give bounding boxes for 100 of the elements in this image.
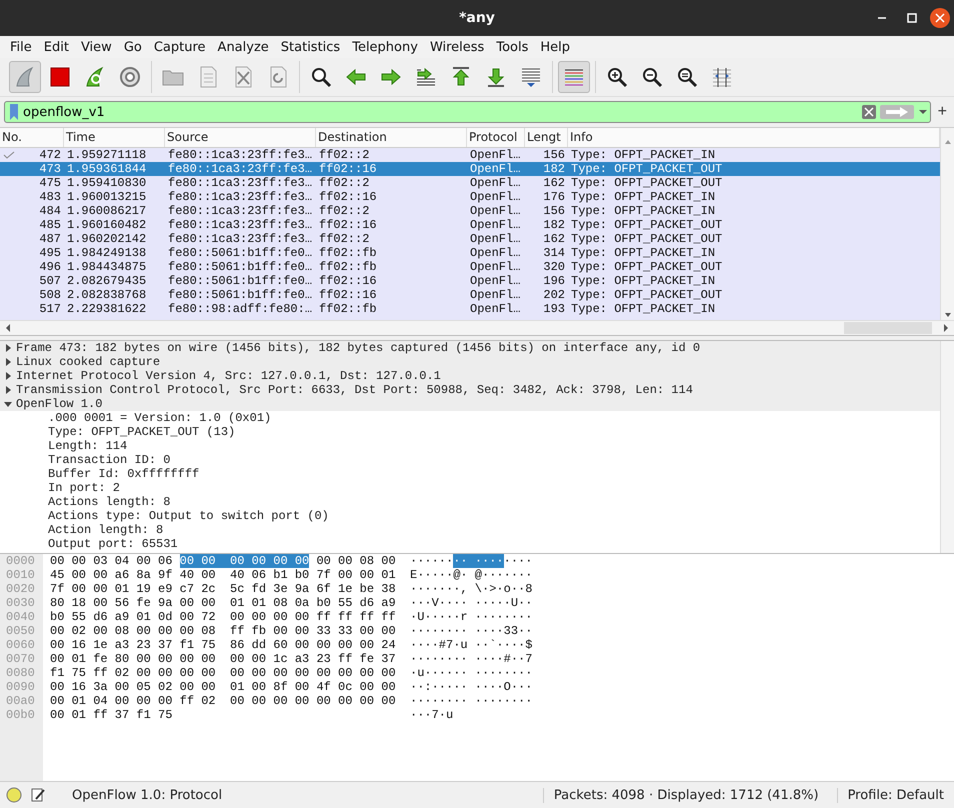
display-filter-field[interactable]: openflow_v1	[4, 101, 931, 123]
menu-item[interactable]: Help	[534, 40, 576, 54]
table-cell-text: fe80::1ca3:23ff:fe3…	[167, 176, 314, 190]
table-cell-text: 2.082838768	[66, 288, 148, 302]
tree-row[interactable]: Transmission Control Protocol, Src Port: 6633, Dst Port: 50988, Seq: 3482, Ack: 3798, Len: 114	[0, 383, 940, 397]
packet-row[interactable]: 496 1.984434875 fe80::5061:b1ff:fe0… ff02::fb OpenFl… 320 Type: OFPT_PACKET_OUT	[0, 260, 940, 274]
hex-bytes[interactable]: 80 18 00 56 fe 9a 00 00 01 01 08 0a b0 55 d6 a9	[50, 596, 396, 610]
hex-bytes[interactable]: 7f 00 00 01 19 e9 c7 2c 5c fd 3e 9a 6f 1e be 38	[50, 582, 396, 596]
table-cell-text: 487	[38, 232, 62, 246]
tree-row[interactable]: Linux cooked capture	[0, 355, 940, 369]
vertical-scrollbar[interactable]	[940, 128, 954, 320]
packet-row[interactable]: 473 1.959361844 fe80::1ca3:23ff:fe3… ff02::16 OpenFl… 182 Type: OFPT_PACKET_OUT	[0, 162, 940, 176]
tree-row[interactable]: Frame 473: 182 bytes on wire (1456 bits), 182 bytes captured (1456 bits) on interface any, id 0	[0, 341, 940, 355]
packet-row[interactable]: 508 2.082838768 fe80::5061:b1ff:fe0… ff02::16 OpenFl… 202 Type: OFPT_PACKET_OUT	[0, 288, 940, 302]
scroll-left-icon[interactable]	[4, 323, 12, 333]
table-cell-text: ff02::2	[318, 204, 370, 218]
filter-text-input[interactable]: openflow_v1	[21, 103, 860, 121]
hex-bytes[interactable]: 00 00 08 00	[309, 554, 396, 568]
hex-bytes[interactable]: 00 00 00 00 00 00	[180, 554, 310, 568]
ascii-text[interactable]: ···V···· ·····U··	[410, 596, 532, 610]
ascii-text[interactable]: ··:····· ····O···	[410, 680, 532, 694]
table-cell-text: OpenFl…	[469, 204, 522, 218]
tree-item-text: Actions type: Output to switch port (0)	[48, 509, 329, 523]
hex-bytes[interactable]: 00 16 1e a3 23 37 f1 75 86 dd 60 00 00 00 00 24	[50, 638, 396, 652]
table-cell-text: ff02::fb	[318, 246, 378, 260]
tree-row[interactable]: OpenFlow 1.0	[0, 397, 940, 411]
ascii-text[interactable]: ·· ····	[453, 554, 504, 568]
packet-row[interactable]: 472 1.959271118 fe80::1ca3:23ff:fe3… ff02::2 OpenFl… 156 Type: OFPT_PACKET_IN	[0, 148, 940, 162]
ascii-text[interactable]: ····	[504, 554, 532, 568]
tree-item-text: Transaction ID: 0	[48, 453, 170, 467]
column-header[interactable]: Lengt	[525, 128, 568, 147]
ascii-text[interactable]: ·······, \·>·o··8	[410, 582, 532, 596]
offset-label: 0040	[5, 610, 36, 624]
ascii-text[interactable]: ········ ····33··	[410, 624, 532, 638]
ascii-text[interactable]: E·····@· @·······	[410, 568, 532, 582]
hex-bytes[interactable]: f1 75 ff 02 00 00 00 00 00 00 00 00 00 00 00 00	[50, 666, 396, 680]
ascii-text[interactable]: ········ ········	[410, 694, 532, 708]
packet-row[interactable]: 507 2.082679435 fe80::5061:b1ff:fe0… ff02::16 OpenFl… 196 Type: OFPT_PACKET_IN	[0, 274, 940, 288]
vertical-scrollbar[interactable]	[940, 341, 954, 553]
clear-button[interactable]	[860, 103, 878, 121]
table-cell-text: 156	[542, 148, 566, 162]
hex-bytes[interactable]: 00 02 00 08 00 00 00 08 ff fb 00 00 33 33 00 00	[50, 624, 396, 638]
menu-item[interactable]: Capture	[148, 40, 212, 54]
menu-item[interactable]: Telephony	[346, 40, 424, 54]
table-cell-text: Type: OFPT_PACKET_OUT	[570, 232, 724, 246]
table-cell-text: 1.959361844	[66, 162, 148, 176]
packet-row[interactable]: 484 1.960086217 fe80::1ca3:23ff:fe3… ff02::2 OpenFl… 156 Type: OFPT_PACKET_IN	[0, 204, 940, 218]
menu-item[interactable]: Edit	[38, 40, 75, 54]
menu-item[interactable]: Analyze	[212, 40, 275, 54]
lines-icon	[520, 66, 542, 88]
table-cell-text: 182	[542, 162, 566, 176]
edit-comment-icon[interactable]	[30, 787, 46, 803]
packet-row[interactable]: 495 1.984249138 fe80::5061:b1ff:fe0… ff02::fb OpenFl… 314 Type: OFPT_PACKET_IN	[0, 246, 940, 260]
scroll-right-icon[interactable]	[942, 323, 950, 333]
menu-item[interactable]: Tools	[490, 40, 534, 54]
table-cell-text: 473	[38, 162, 62, 176]
ascii-text[interactable]: ······	[410, 554, 454, 568]
hex-bytes[interactable]: 00 01 ff 37 f1 75	[50, 708, 172, 722]
ascii-text[interactable]: ···7·u	[410, 708, 454, 722]
hex-bytes[interactable]: 00 01 fe 80 00 00 00 00 00 00 1c a3 23 ff fe 37	[50, 652, 396, 666]
expanded-arrow-icon[interactable]	[4, 400, 12, 408]
menu-item[interactable]: Wireless	[424, 40, 490, 54]
column-header[interactable]: Protocol	[467, 128, 525, 147]
hex-bytes[interactable]: 00 00 03 04 00 06	[50, 554, 180, 568]
packet-row[interactable]: 517 2.229381622 fe80::98:adff:fe80:… ff02::fb OpenFl… 193 Type: OFPT_PACKET_IN	[0, 302, 940, 316]
tree-row[interactable]: Internet Protocol Version 4, Src: 127.0.0.1, Dst: 127.0.0.1	[0, 369, 940, 383]
packet-row[interactable]: 485 1.960160482 fe80::1ca3:23ff:fe3… ff02::16 OpenFl… 182 Type: OFPT_PACKET_OUT	[0, 218, 940, 232]
menu-item[interactable]: View	[74, 40, 118, 54]
horizontal-scrollbar[interactable]	[0, 320, 954, 335]
column-header[interactable]: No.	[0, 128, 64, 147]
table-cell-text: OpenFl…	[469, 176, 522, 190]
close-button[interactable]	[930, 8, 950, 28]
column-header[interactable]: Source	[165, 128, 316, 147]
packet-row[interactable]: 483 1.960013215 fe80::1ca3:23ff:fe3… ff02::16 OpenFl… 176 Type: OFPT_PACKET_IN	[0, 190, 940, 204]
table-cell-text: ff02::2	[318, 176, 370, 190]
clear-icon	[862, 105, 876, 119]
add-filter-button[interactable]: +	[934, 103, 950, 121]
hex-bytes[interactable]: 45 00 00 a6 8a 9f 40 00 40 06 b1 b0 7f 00 00 01	[50, 568, 396, 582]
zoom-reset-icon	[676, 66, 698, 88]
packet-row[interactable]: 487 1.960202142 fe80::1ca3:23ff:fe3… ff02::2 OpenFl… 162 Type: OFPT_PACKET_OUT	[0, 232, 940, 246]
bookmark-icon[interactable]	[7, 103, 21, 121]
ascii-text[interactable]: ········ ····#··7	[410, 652, 532, 666]
hex-bytes[interactable]: 00 01 04 00 00 00 ff 02 00 00 00 00 00 00 00 00	[50, 694, 396, 708]
ascii-text[interactable]: ·U·····r ········	[410, 610, 532, 624]
hex-bytes[interactable]: b0 55 d6 a9 01 0d 00 72 00 00 00 00 ff ff ff ff	[50, 610, 396, 624]
menu-item[interactable]: Statistics	[274, 40, 346, 54]
table-cell-text: 1.960160482	[66, 218, 148, 232]
menu-item[interactable]: File	[4, 40, 38, 54]
ascii-text[interactable]: ····#7·u ··`····$	[410, 638, 532, 652]
table-cell-text: Type: OFPT_PACKET_OUT	[570, 162, 724, 176]
profile-label[interactable]: Profile: Default	[836, 788, 954, 802]
packet-row[interactable]: 475 1.959410830 fe80::1ca3:23ff:fe3… ff02::2 OpenFl… 162 Type: OFPT_PACKET_OUT	[0, 176, 940, 190]
hex-bytes[interactable]: 00 16 3a 00 05 02 00 00 01 00 8f 00 4f 0c 00 00	[50, 680, 396, 694]
table-cell-text: ff02::16	[318, 162, 378, 176]
table-cell-text: 320	[542, 260, 566, 274]
column-header[interactable]: Time	[64, 128, 165, 147]
column-header[interactable]: Destination	[316, 128, 467, 147]
ascii-text[interactable]: ·u······ ········	[410, 666, 532, 680]
table-cell-text: 162	[542, 176, 566, 190]
menu-item[interactable]: Go	[118, 40, 148, 54]
